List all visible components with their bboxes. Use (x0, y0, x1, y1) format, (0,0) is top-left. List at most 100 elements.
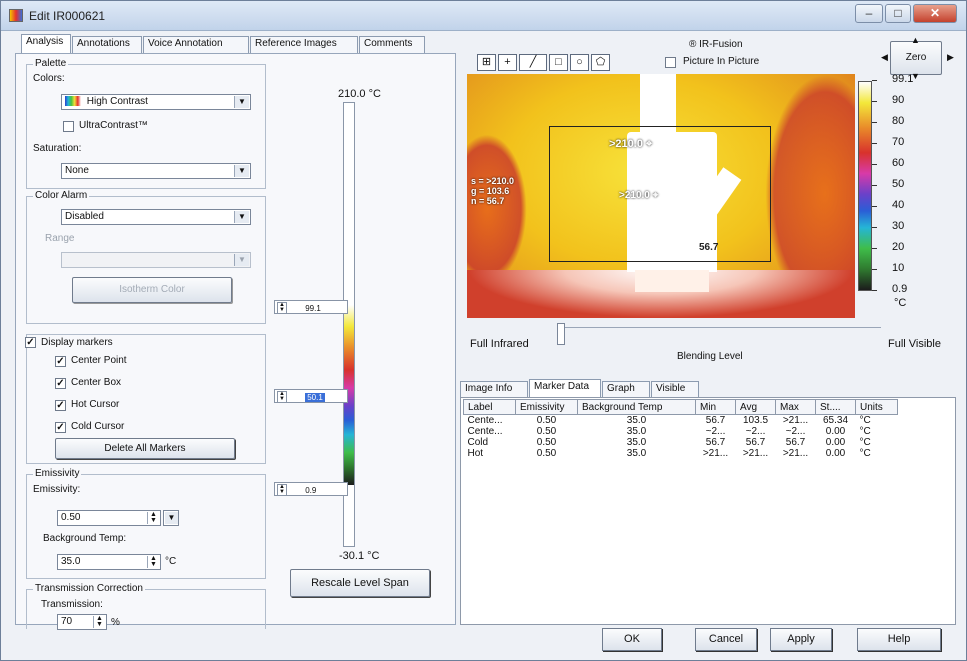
emissivity-dropdown[interactable]: ▼ (163, 510, 179, 526)
column-header[interactable]: Emissivity (515, 399, 578, 415)
tab-annotations[interactable]: Annotations (72, 36, 142, 53)
color-scale-label: 50 (892, 178, 905, 190)
ok-button[interactable]: OK (602, 628, 662, 651)
colors-select[interactable]: High Contrast ▼ (61, 94, 251, 110)
picture-in-picture-checkbox[interactable] (665, 57, 676, 68)
tab-graph[interactable]: Graph (602, 381, 650, 398)
transmission-input[interactable]: 70 ▲ ▼ (57, 614, 107, 630)
cold-cursor-checkbox[interactable]: ✓ (55, 422, 66, 433)
maximize-button[interactable]: □ (885, 4, 911, 23)
tab-visible[interactable]: Visible (651, 381, 699, 398)
isotherm-color-button[interactable]: Isotherm Color (72, 277, 232, 303)
table-cell: ~2... (745, 426, 766, 437)
box-readout-line: n = 56.7 (471, 196, 505, 206)
tab-comments[interactable]: Comments (359, 36, 425, 53)
hot-cursor-checkbox[interactable]: ✓ (55, 400, 66, 411)
upper-level-slider[interactable]: ▲ ▼ 99.1 (274, 300, 348, 314)
palette-group-label: Palette (33, 58, 69, 69)
color-scale-tick (872, 269, 877, 270)
polygon-tool-icon[interactable]: ⬠ (591, 54, 610, 71)
rescale-level-span-button[interactable]: Rescale Level Span (290, 569, 430, 597)
spin-arrows-icon[interactable]: ▲ ▼ (277, 484, 287, 496)
table-cell: Cente... (467, 426, 503, 437)
column-header[interactable]: Min (695, 399, 736, 415)
color-scale-label: 40 (892, 199, 905, 211)
crosshair-tool-icon[interactable]: + (498, 54, 517, 71)
table-cell: 0.00 (825, 437, 846, 448)
color-alarm-select[interactable]: Disabled ▼ (61, 209, 251, 225)
tab-image-info[interactable]: Image Info (460, 381, 528, 398)
tab-marker-data[interactable]: Marker Data (529, 379, 601, 398)
color-scale-label: 0.9 (892, 283, 908, 295)
spin-arrows-icon[interactable]: ▲ ▼ (277, 391, 287, 403)
table-cell: 0.50 (536, 437, 557, 448)
ultracontrast-label: UltraContrast™ (79, 120, 148, 131)
rectangle-tool-icon[interactable]: □ (549, 54, 568, 71)
arrow-right-icon[interactable]: ▶ (947, 52, 954, 63)
color-scale-tick (872, 122, 877, 123)
color-alarm-group-label: Color Alarm (33, 190, 90, 201)
range-select[interactable]: ▼ (61, 252, 251, 268)
zero-button[interactable]: Zero (890, 41, 942, 75)
table-cell: 0.50 (536, 415, 557, 426)
mid-level-slider[interactable]: ▲ ▼ 50.1 (274, 389, 348, 403)
spin-arrows-icon[interactable]: ▲ ▼ (147, 555, 159, 568)
spin-arrows-icon[interactable]: ▲ ▼ (93, 615, 105, 628)
full-infrared-label: Full Infrared (470, 338, 529, 350)
transmission-label: Transmission: (41, 599, 103, 610)
arrow-up-icon[interactable]: ▲ (911, 35, 920, 45)
tab-reference-images[interactable]: Reference Images (250, 36, 358, 53)
table-cell: Cold (467, 437, 489, 448)
table-cell: 56.7 (705, 437, 726, 448)
thermal-image[interactable]: >210.0 ⌖ >210.0 ⌖ 56.7 s = >210.0 g = 10… (467, 74, 855, 318)
column-header[interactable]: Units (855, 399, 898, 415)
background-temp-unit: °C (165, 556, 177, 567)
blending-slider-track[interactable] (557, 327, 881, 351)
table-header-row: Label Emissivity Background Temp Min Avg… (463, 399, 898, 415)
zero-button-label: Zero (905, 52, 927, 63)
display-markers-checkbox[interactable]: ✓ (25, 337, 36, 348)
center-point-checkbox[interactable]: ✓ (55, 356, 66, 367)
apply-button[interactable]: Apply (770, 628, 832, 651)
emissivity-input[interactable]: 0.50 ▲ ▼ (57, 510, 161, 526)
emissivity-group-label: Emissivity (33, 468, 82, 479)
arrow-left-icon[interactable]: ◀ (881, 52, 888, 63)
table-row[interactable]: Hot 0.50 35.0 >21... >21... >21... 0.00 °C (464, 448, 898, 459)
color-scale-bar (858, 81, 872, 291)
table-row[interactable]: Cold 0.50 35.0 56.7 56.7 56.7 0.00 °C (464, 437, 898, 448)
table-cell: °C (859, 426, 871, 437)
line-tool-icon[interactable]: ╱ (519, 54, 547, 71)
help-button[interactable]: Help (857, 628, 941, 651)
table-cell: 56.7 (785, 437, 806, 448)
ellipse-tool-icon[interactable]: ○ (570, 54, 589, 71)
background-temp-input[interactable]: 35.0 ▲ ▼ (57, 554, 161, 570)
tab-voice-annotation[interactable]: Voice Annotation (143, 36, 249, 53)
center-box-marker[interactable] (549, 126, 771, 262)
color-scale-tick (872, 143, 877, 144)
lower-level-slider[interactable]: ▲ ▼ 0.9 (274, 482, 348, 496)
column-header[interactable]: Label (463, 399, 516, 415)
tab-analysis[interactable]: Analysis (21, 34, 71, 53)
full-visible-label: Full Visible (888, 338, 941, 350)
table-cell: °C (859, 448, 871, 459)
delete-all-markers-button[interactable]: Delete All Markers (55, 438, 235, 459)
spin-arrows-icon[interactable]: ▲ ▼ (277, 302, 287, 314)
table-row[interactable]: Cente... 0.50 35.0 ~2... ~2... ~2... 0.00 °C (464, 426, 898, 437)
close-button[interactable]: ✕ (913, 4, 957, 23)
spin-arrows-icon[interactable]: ▲ ▼ (147, 511, 159, 524)
saturation-select[interactable]: None ▼ (61, 163, 251, 179)
color-scale-tick (872, 206, 877, 207)
column-header[interactable]: Max (775, 399, 816, 415)
ultracontrast-checkbox[interactable] (63, 121, 74, 132)
column-header[interactable]: Avg (735, 399, 776, 415)
column-header[interactable]: St.... (815, 399, 856, 415)
center-box-checkbox[interactable]: ✓ (55, 378, 66, 389)
blending-slider-thumb[interactable] (557, 323, 565, 345)
chevron-down-icon: ▼ (234, 165, 249, 177)
table-row[interactable]: Cente... 0.50 35.0 56.7 103.5 >21... 65.34 °C (464, 415, 898, 427)
table-cell: °C (859, 415, 871, 426)
column-header[interactable]: Background Temp (577, 399, 696, 415)
select-tool-icon[interactable]: ⊞ (477, 54, 496, 71)
minimize-button[interactable]: – (855, 4, 883, 23)
cancel-button[interactable]: Cancel (695, 628, 757, 651)
